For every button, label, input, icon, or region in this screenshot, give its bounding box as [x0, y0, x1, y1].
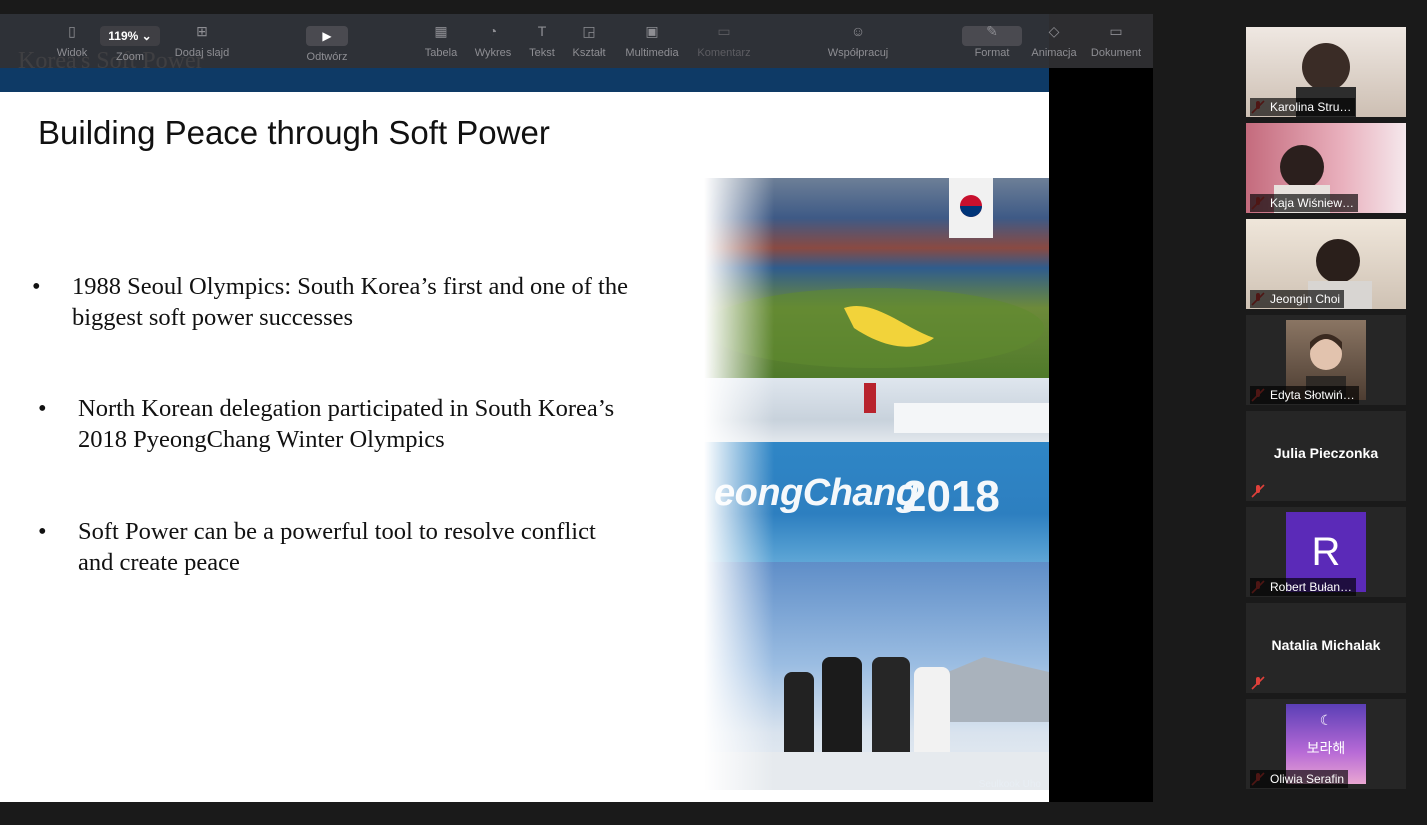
- multimedia-label: Multimedia: [625, 47, 679, 59]
- participant-display-name: Natalia Michalak: [1271, 637, 1381, 653]
- bullet-line: and create peace: [78, 549, 240, 576]
- zoom-select[interactable]: 119% ⌄: [100, 26, 160, 46]
- komentarz-label: Komentarz: [697, 47, 751, 59]
- bullet-line: 1988 Seoul Olympics: South Korea’s first…: [72, 273, 628, 300]
- text-icon: T: [537, 23, 547, 39]
- tabela-label: Tabela: [424, 47, 458, 59]
- person-2: [822, 657, 862, 762]
- participant-tile[interactable]: Jeongin Choi: [1246, 219, 1406, 309]
- participant-tile[interactable]: Natalia Michalak: [1246, 603, 1406, 693]
- wykres-label: Wykres: [474, 47, 512, 59]
- shared-screen: Korea's Soft Power Building Peace throug…: [0, 14, 1153, 802]
- multimedia-button[interactable]: ▣ Multimedia: [620, 22, 684, 59]
- widok-label: Widok: [56, 47, 88, 59]
- tabela-button[interactable]: ▦ Tabela: [420, 22, 462, 59]
- wykres-button[interactable]: ◔ Wykres: [472, 22, 514, 59]
- tekst-button[interactable]: T Tekst: [524, 22, 560, 59]
- format-label: Format: [974, 47, 1010, 59]
- participant-tile[interactable]: Karolina Stru…: [1246, 27, 1406, 117]
- media-icon: ▣: [645, 23, 659, 39]
- moon-icon: ☾: [1319, 712, 1333, 728]
- participant-name: Oliwia Serafin: [1250, 770, 1349, 788]
- zoom-value: 119%: [108, 29, 139, 43]
- document-icon: ▭: [1109, 23, 1123, 39]
- banner-year: 2018: [902, 472, 1000, 521]
- shape-icon: ◲: [582, 23, 596, 39]
- photo-collage: eongChang 2018 Seulkook Uho: [704, 178, 1049, 790]
- mic-muted-icon: [1251, 484, 1265, 498]
- sidebar-icon: ▯: [68, 23, 76, 39]
- mic-muted-icon: [1251, 676, 1265, 690]
- play-icon: ▶: [322, 29, 332, 43]
- participant-tile[interactable]: Kaja Wiśniew…: [1246, 123, 1406, 213]
- participant-name: Karolina Stru…: [1250, 98, 1356, 116]
- collage-fade: [704, 178, 774, 790]
- bullet-dot: •: [32, 273, 41, 300]
- ski-slope: [894, 403, 1049, 433]
- dodaj-slajd-button[interactable]: ⊞ Dodaj slajd: [170, 22, 234, 59]
- collaborate-icon: ☺: [850, 23, 866, 39]
- tekst-label: Tekst: [529, 47, 555, 59]
- participant-tile[interactable]: ☾ 보라해 Oliwia Serafin: [1246, 699, 1406, 789]
- add-slide-icon: ⊞: [196, 23, 208, 39]
- bullet-line: biggest soft power successes: [72, 304, 354, 331]
- comment-icon: ▭: [717, 23, 731, 39]
- komentarz-button[interactable]: ▭ Komentarz: [693, 22, 755, 59]
- widok-button[interactable]: ▯ Widok: [52, 22, 92, 59]
- bullet-3: • Soft Power can be a powerful tool to r…: [38, 516, 596, 578]
- play-button[interactable]: ▶: [306, 26, 348, 46]
- bullet-line: North Korean delegation participated in …: [78, 395, 615, 422]
- bullet-dot: •: [38, 395, 47, 422]
- dokument-button[interactable]: ▭ Dokument: [1088, 22, 1144, 59]
- bullet-line: 2018 PyeongChang Winter Olympics: [78, 426, 445, 453]
- person-3: [872, 657, 910, 762]
- dodaj-slajd-label: Dodaj slajd: [174, 47, 230, 59]
- dokument-label: Dokument: [1090, 47, 1142, 59]
- bullet-line: Soft Power can be a powerful tool to res…: [78, 518, 596, 545]
- bullet-2: • North Korean delegation participated i…: [38, 393, 615, 455]
- participant-tile[interactable]: R Robert Bułan…: [1246, 507, 1406, 597]
- presentation-slide: Korea's Soft Power Building Peace throug…: [0, 14, 1049, 802]
- wspolpracuj-label: Współpracuj: [827, 47, 889, 59]
- photo-credit: Seulkook Uho: [978, 779, 1041, 790]
- participant-name: Edyta Słotwiń…: [1250, 386, 1359, 404]
- bullet-dot: •: [38, 518, 47, 545]
- brush-icon: ✎: [986, 23, 998, 39]
- ksztalt-button[interactable]: ◲ Kształt: [568, 22, 610, 59]
- odtworz-label: Odtwórz: [306, 51, 348, 63]
- animacja-button[interactable]: ◇ Animacja: [1028, 22, 1080, 59]
- participant-name: Robert Bułan…: [1250, 578, 1357, 596]
- person-1: [784, 672, 814, 762]
- animacja-label: Animacja: [1031, 47, 1077, 59]
- format-button[interactable]: ✎ Format: [966, 22, 1018, 59]
- participant-tile[interactable]: Edyta Słotwiń…: [1246, 315, 1406, 405]
- participant-name: Jeongin Choi: [1250, 290, 1345, 308]
- slide-title: Building Peace through Soft Power: [38, 114, 550, 151]
- keynote-toolbar: ▯ Widok 119% ⌄ Zoom ⊞ Dodaj slajd ▶ Odtw…: [0, 14, 1153, 68]
- bullet-1: • 1988 Seoul Olympics: South Korea’s fir…: [32, 271, 628, 333]
- avatar-text: 보라해: [1306, 741, 1346, 757]
- wspolpracuj-button[interactable]: ☺ Współpracuj: [822, 22, 894, 59]
- ksztalt-label: Kształt: [572, 47, 606, 59]
- participant-name: Kaja Wiśniew…: [1250, 194, 1359, 212]
- chart-icon: ◔: [488, 23, 498, 39]
- table-icon: ▦: [434, 23, 448, 39]
- zoom-label: Zoom: [115, 51, 145, 63]
- participant-display-name: Julia Pieczonka: [1273, 445, 1379, 461]
- person-4: [914, 667, 950, 762]
- animation-icon: ◇: [1048, 23, 1060, 39]
- skier: [864, 383, 876, 413]
- participant-tile[interactable]: Julia Pieczonka: [1246, 411, 1406, 501]
